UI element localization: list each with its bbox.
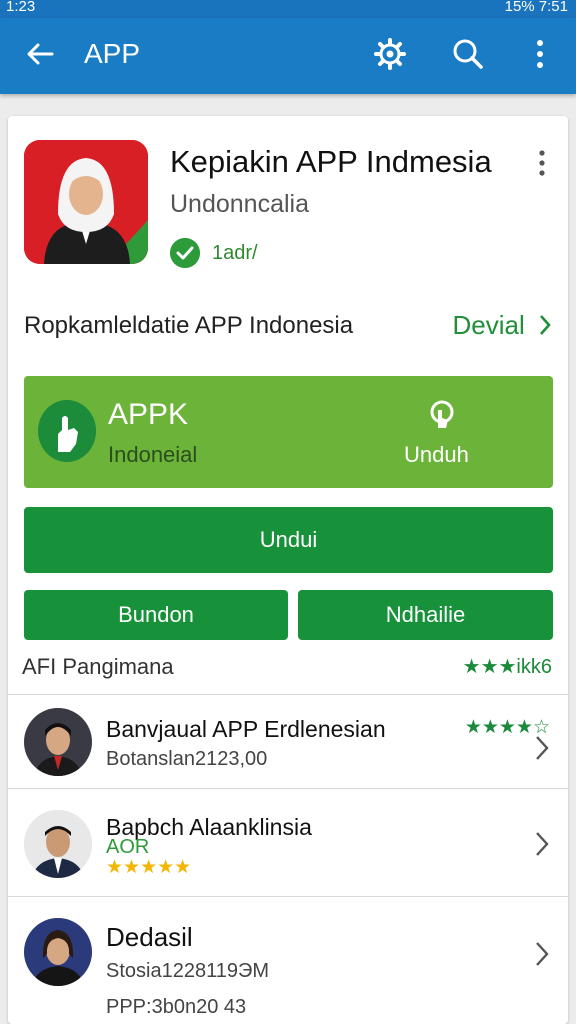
status-battery-time: 15% 7:51 bbox=[504, 0, 568, 15]
list-item-subtitle: Botanslan2123,00 bbox=[106, 748, 268, 770]
hand-gesture-icon bbox=[38, 400, 96, 462]
app-more-icon[interactable] bbox=[532, 148, 552, 178]
download-tap-icon bbox=[430, 400, 454, 428]
list-item-stars: ★★★★★ bbox=[106, 857, 192, 878]
verified-label: 1adr/ bbox=[212, 242, 258, 264]
developer-details-label: Devial bbox=[452, 310, 525, 340]
list-item-title: Dedasil bbox=[106, 922, 193, 952]
chevron-right-icon bbox=[540, 315, 551, 335]
list-item-title: Banvjaual APP Erdlenesian bbox=[106, 716, 386, 742]
avatar bbox=[24, 810, 92, 878]
status-time-left: 1:23 bbox=[6, 0, 36, 15]
promo-download-label: Unduh bbox=[404, 442, 469, 467]
app-bar-title: APP bbox=[84, 38, 141, 69]
back-arrow-icon[interactable] bbox=[22, 36, 58, 72]
promo-banner[interactable]: APPK Indoneial Unduh bbox=[24, 376, 553, 488]
more-vertical-icon[interactable] bbox=[522, 36, 558, 72]
settings-gear-icon[interactable] bbox=[372, 36, 408, 72]
list-item-meta: PPP:3b0n20 43 bbox=[106, 996, 247, 1018]
promo-title: APPK bbox=[108, 398, 189, 431]
secondary-button-right[interactable]: Ndhailie bbox=[298, 590, 553, 640]
status-bar: 1:23 15% 7:51 bbox=[0, 0, 576, 18]
avatar bbox=[24, 708, 92, 776]
list-item[interactable]: Dedasil Stosia1228119ЭM PPP:3b0n20 43 bbox=[8, 896, 568, 1024]
chevron-right-icon bbox=[536, 736, 549, 760]
section-label: AFI Pangimana bbox=[22, 654, 174, 679]
developer-row-label: Ropkamleldatie APP Indonesia bbox=[24, 312, 354, 339]
list-item[interactable]: Banvjaual APP Erdlenesian Botanslan2123,… bbox=[8, 694, 568, 788]
section-rating: ★★★ikk6 bbox=[462, 656, 552, 678]
chevron-right-icon bbox=[536, 942, 549, 966]
list-item[interactable]: Bapbch Alaanklinsia AOR ★★★★★ bbox=[8, 788, 568, 896]
verified-check-icon bbox=[170, 238, 200, 268]
search-icon[interactable] bbox=[450, 36, 486, 72]
developer-details-link[interactable]: Devial bbox=[453, 310, 552, 341]
app-developer: Undonncalia bbox=[170, 190, 309, 218]
chevron-right-icon bbox=[536, 832, 549, 856]
app-bar: APP bbox=[0, 18, 576, 94]
primary-download-button[interactable]: Undui bbox=[24, 507, 553, 573]
list-item-subtitle: Stosia1228119ЭM bbox=[106, 960, 269, 982]
secondary-button-left[interactable]: Bundon bbox=[24, 590, 288, 640]
app-detail-card: Kepiakin APP Indmesia Undonncalia 1adr/ … bbox=[8, 116, 568, 1024]
app-icon bbox=[24, 140, 148, 264]
app-name: Kepiakin APP Indmesia bbox=[170, 144, 492, 179]
avatar bbox=[24, 918, 92, 986]
promo-subtitle: Indoneial bbox=[108, 442, 198, 467]
